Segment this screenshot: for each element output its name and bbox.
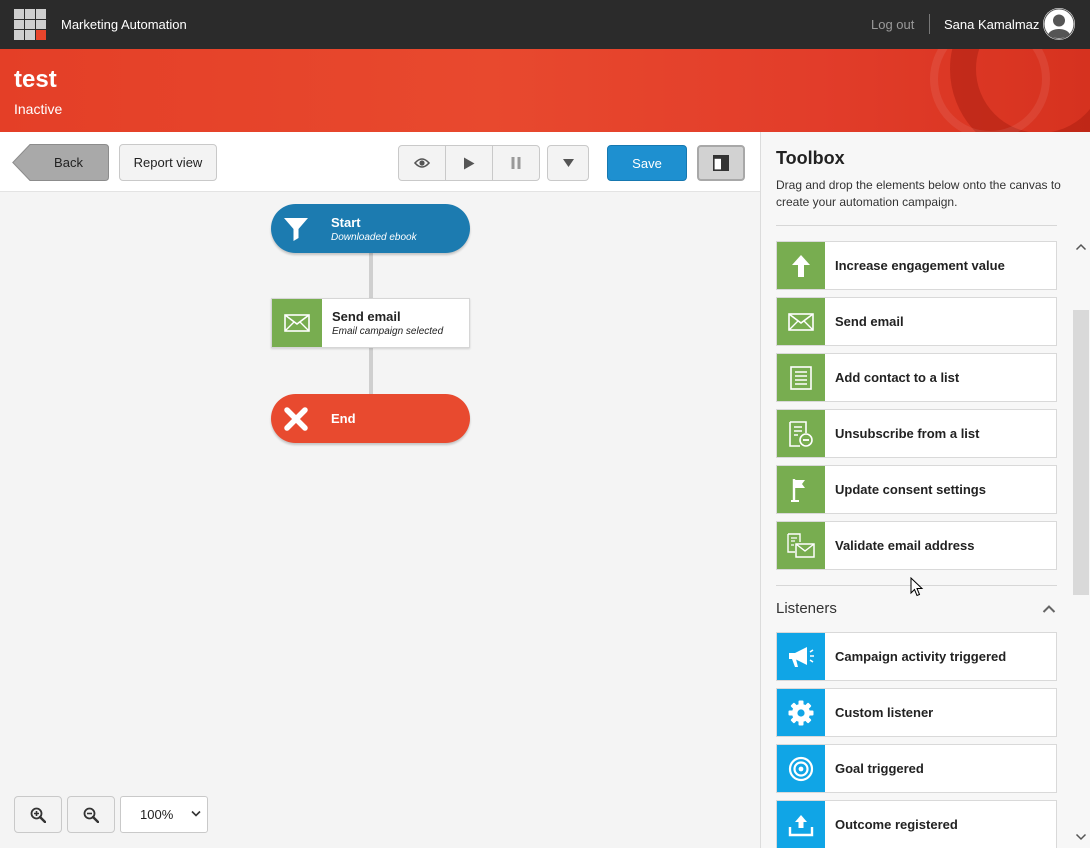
avatar[interactable] xyxy=(1043,8,1075,40)
top-bar: Marketing Automation Log out Sana Kamalm… xyxy=(0,0,1090,49)
user-icon xyxy=(1043,8,1075,40)
toolbox-item-label: Update consent settings xyxy=(835,482,986,497)
divider xyxy=(929,14,930,34)
zoom-level-select[interactable]: 100% xyxy=(120,796,208,833)
unsubscribe-list-icon xyxy=(777,410,825,457)
app-launcher-icon[interactable] xyxy=(14,9,46,40)
back-button-label: Back xyxy=(54,155,83,170)
chevron-up-icon[interactable] xyxy=(1042,604,1056,614)
preview-button[interactable] xyxy=(399,146,446,180)
activation-controls xyxy=(398,145,540,181)
upload-tray-icon xyxy=(777,801,825,848)
toolbox-item-unsubscribe-from-list[interactable]: Unsubscribe from a list xyxy=(776,409,1057,458)
node-title: Start xyxy=(331,214,361,230)
panel-layout-icon xyxy=(713,155,729,171)
page-title: test xyxy=(14,66,57,93)
zoom-in-icon xyxy=(30,807,46,823)
envelope-icon xyxy=(777,298,825,345)
pause-button[interactable] xyxy=(493,146,539,180)
node-subtitle: Downloaded ebook xyxy=(331,231,417,243)
toolbox-item-label: Unsubscribe from a list xyxy=(835,426,980,441)
save-button[interactable]: Save xyxy=(607,145,687,181)
workflow-canvas[interactable] xyxy=(0,193,760,848)
toolbox-item-label: Increase engagement value xyxy=(835,258,1005,273)
scrollbar-thumb[interactable] xyxy=(1073,310,1089,595)
connector-line xyxy=(369,348,373,394)
validate-email-icon xyxy=(777,522,825,569)
eye-icon xyxy=(414,158,430,168)
status-label: Inactive xyxy=(14,101,63,117)
scroll-up-icon[interactable] xyxy=(1075,243,1087,251)
scroll-down-icon[interactable] xyxy=(1075,833,1087,841)
page-header: test Inactive xyxy=(0,49,1090,132)
toolbox-title: Toolbox xyxy=(776,148,845,168)
toolbox-item-label: Add contact to a list xyxy=(835,370,960,385)
list-icon xyxy=(777,354,825,401)
toolbox-item-label: Outcome registered xyxy=(835,817,958,832)
logout-link[interactable]: Log out xyxy=(871,17,914,32)
back-button[interactable]: Back xyxy=(12,144,109,181)
toolbox-item-update-consent-settings[interactable]: Update consent settings xyxy=(776,465,1057,514)
megaphone-icon xyxy=(777,633,825,680)
caret-down-icon xyxy=(562,159,574,167)
play-icon xyxy=(464,157,475,169)
divider xyxy=(776,225,1057,226)
arrow-up-icon xyxy=(777,242,825,289)
end-node[interactable]: End xyxy=(271,394,470,443)
toolbox-description: Drag and drop the elements below onto th… xyxy=(776,178,1061,209)
report-view-button[interactable]: Report view xyxy=(119,144,217,181)
toolbox-item-label: Goal triggered xyxy=(835,761,924,776)
target-icon xyxy=(777,745,825,792)
toolbox-item-label: Custom listener xyxy=(835,705,934,720)
node-title: End xyxy=(331,411,356,426)
zoom-in-button[interactable] xyxy=(14,796,62,833)
gear-icon xyxy=(777,689,825,736)
toolbox-item-custom-listener[interactable]: Custom listener xyxy=(776,688,1057,737)
more-options-dropdown[interactable] xyxy=(547,145,589,181)
chevron-down-icon xyxy=(191,810,201,817)
mouse-cursor-icon xyxy=(910,577,924,597)
connector-line xyxy=(369,253,373,298)
toolbox-item-add-contact-to-list[interactable]: Add contact to a list xyxy=(776,353,1057,402)
flag-icon xyxy=(777,466,825,513)
envelope-icon xyxy=(272,299,322,347)
zoom-level-value: 100% xyxy=(140,807,174,822)
start-node[interactable]: Start Downloaded ebook xyxy=(271,204,470,253)
app-title: Marketing Automation xyxy=(61,17,187,32)
send-email-node[interactable]: Send email Email campaign selected xyxy=(271,298,470,348)
toolbox-item-label: Send email xyxy=(835,314,904,329)
pause-icon xyxy=(511,157,521,169)
user-name[interactable]: Sana Kamalmaz xyxy=(944,17,1039,32)
zoom-out-button[interactable] xyxy=(67,796,115,833)
close-icon xyxy=(271,394,321,443)
toolbox-item-increase-engagement-value[interactable]: Increase engagement value xyxy=(776,241,1057,290)
toolbox-item-label: Validate email address xyxy=(835,538,975,553)
node-subtitle: Email campaign selected xyxy=(332,326,444,337)
activate-button[interactable] xyxy=(446,146,493,180)
funnel-icon xyxy=(271,204,321,253)
toolbox-item-validate-email-address[interactable]: Validate email address xyxy=(776,521,1057,570)
toolbox-item-goal-triggered[interactable]: Goal triggered xyxy=(776,744,1057,793)
toggle-toolbox-button[interactable] xyxy=(697,145,745,181)
toolbox-item-campaign-activity-triggered[interactable]: Campaign activity triggered xyxy=(776,632,1057,681)
zoom-out-icon xyxy=(83,807,99,823)
toolbox-item-label: Campaign activity triggered xyxy=(835,649,1007,664)
listeners-section-title[interactable]: Listeners xyxy=(776,600,837,617)
toolbox-item-send-email[interactable]: Send email xyxy=(776,297,1057,346)
node-title: Send email xyxy=(332,309,401,324)
toolbox-item-outcome-registered[interactable]: Outcome registered xyxy=(776,800,1057,848)
